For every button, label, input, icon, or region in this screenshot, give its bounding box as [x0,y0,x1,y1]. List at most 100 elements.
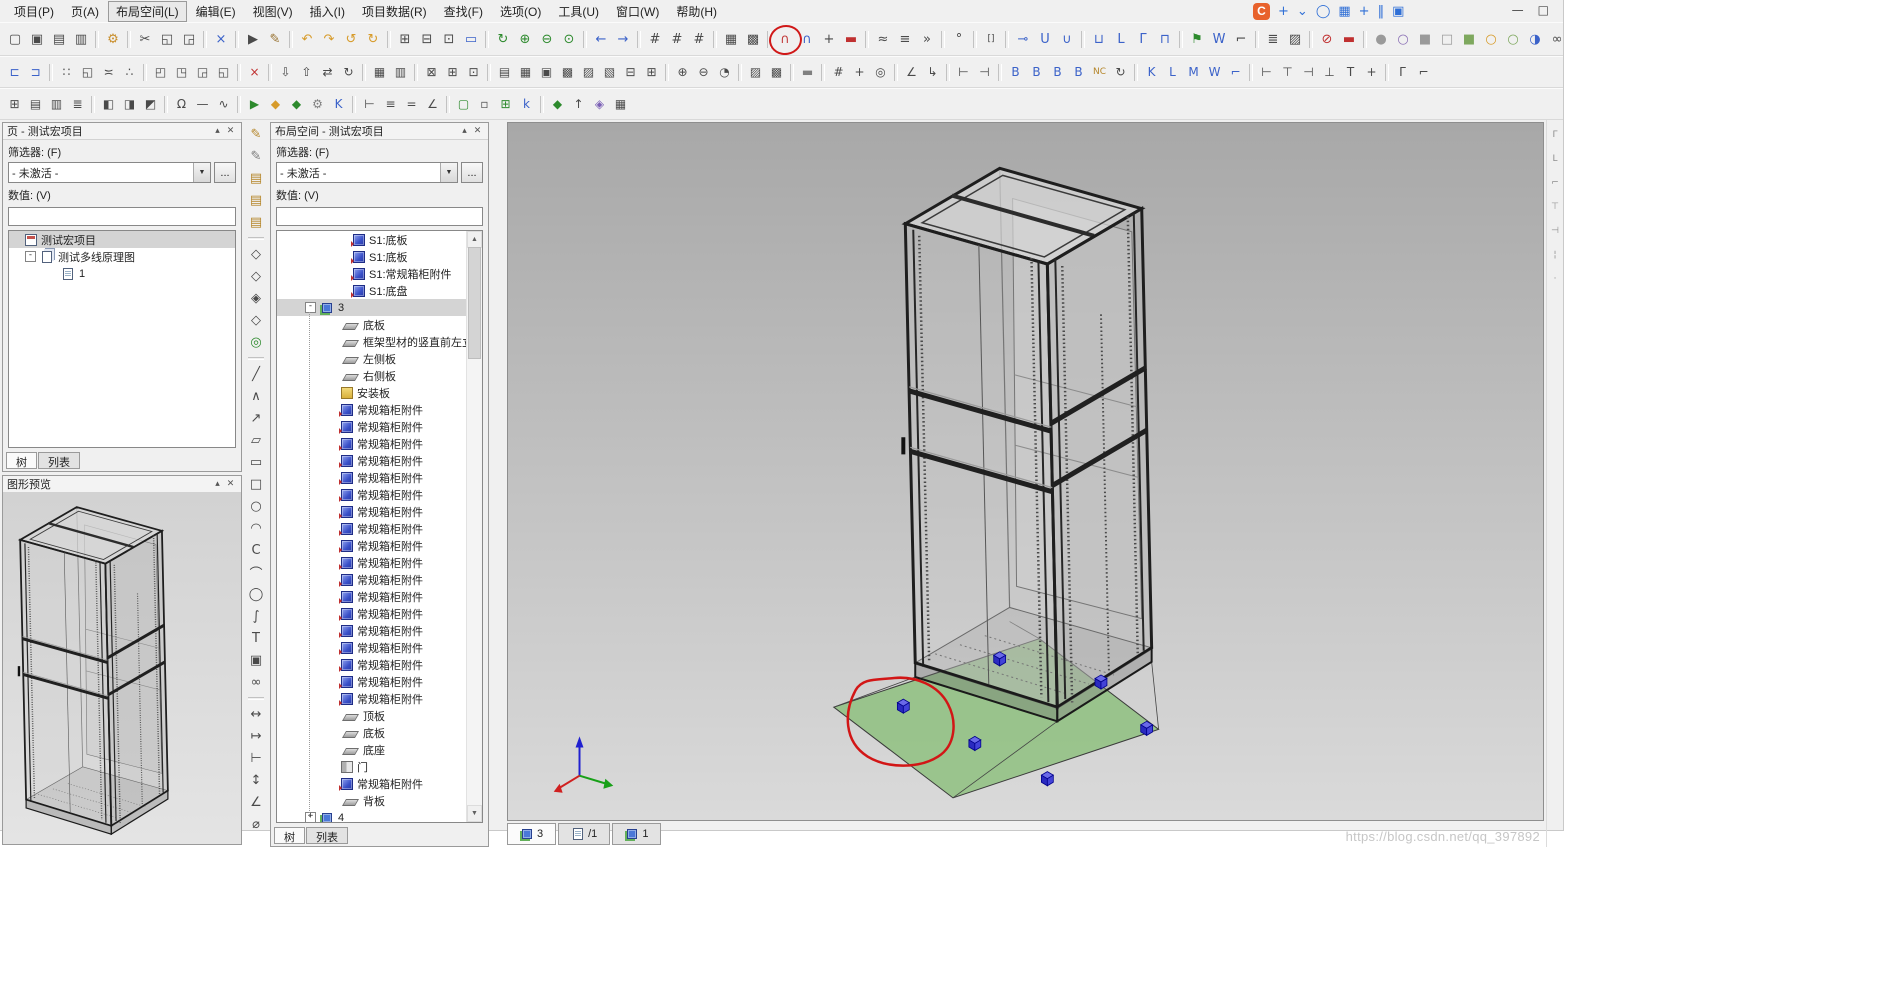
dim-plus-icon[interactable]: + [1362,63,1381,81]
tree-item[interactable]: S1:底板 [277,231,467,248]
draw-arc-3-icon[interactable]: ⌒ [246,563,266,582]
object-snap-icon[interactable]: ∩ [797,29,817,49]
new-project-icon[interactable]: ▣ [27,29,47,49]
tool-k-icon[interactable]: K [329,95,348,113]
symbol-diamond-3-icon[interactable]: ◈ [246,289,266,308]
overlay-circle-icon[interactable]: ◯ [1316,4,1331,19]
overlay-plus2-icon[interactable]: + [1359,4,1370,19]
tree-item[interactable]: S1:底板 [277,248,467,265]
k-tool-icon[interactable]: K [1142,63,1161,81]
undo-icon[interactable]: ↶ [297,29,317,49]
box-dashed-icon[interactable]: ▫ [475,95,494,113]
swap-icon[interactable]: ⇄ [318,63,337,81]
3d-viewport[interactable] [507,122,1544,821]
omega-symbol-icon[interactable]: Ω [172,95,191,113]
draw-link-icon[interactable]: ∞ [246,673,266,692]
menu-item[interactable]: 项目(P) [6,1,62,22]
tree-item[interactable]: 常规箱柜附件 [277,605,467,622]
draw-spline-icon[interactable]: ∫ [246,607,266,626]
snap-grid-c-icon[interactable]: # [689,29,709,49]
pane-left-icon[interactable]: ◧ [99,95,118,113]
device-b1-icon[interactable]: B [1006,63,1025,81]
grid-table-icon[interactable]: ⊞ [395,29,415,49]
conn-end-left-icon[interactable]: ⊸ [1013,29,1033,49]
right-tool-7-icon[interactable]: · [1554,274,1557,284]
vertical-scrollbar[interactable]: ▲ ▼ [466,231,482,822]
extend-icon[interactable]: ⊣ [975,63,994,81]
print-icon[interactable]: ▥ [71,29,91,49]
l-tool-icon[interactable]: L [1163,63,1182,81]
open-icon[interactable]: ▤ [49,29,69,49]
target-icon[interactable]: ◎ [871,63,890,81]
dim-left-icon[interactable]: ⊢ [1257,63,1276,81]
align-wave-icon[interactable]: ≈ [873,29,893,49]
corner-top-icon[interactable]: ⊓ [1155,29,1175,49]
snap-grid-b-icon[interactable]: # [667,29,687,49]
zoom-refresh-icon[interactable]: ↻ [493,29,513,49]
forward-icon[interactable]: → [613,29,633,49]
right-tool-6-icon[interactable]: ¦ [1553,250,1556,260]
dim-leader-icon[interactable]: ↳ [923,63,942,81]
zoom-in-icon[interactable]: ⊕ [515,29,535,49]
tree-item[interactable]: 常规箱柜附件 [277,622,467,639]
draw-circle-icon[interactable]: ○ [246,497,266,516]
dash-line-icon[interactable]: — [193,95,212,113]
layout-tree[interactable]: ▲ ▼ S1:底板 S1:底板 S1:常规箱柜附件 S1:底盘 -3 底板 框架型材的竖直前… [276,230,483,823]
csdn-logo-icon[interactable]: C [1253,2,1270,20]
value-input[interactable] [8,207,236,226]
hatch-icon[interactable]: ▨ [1285,29,1305,49]
scrollbar-thumb[interactable] [468,247,481,359]
block-icon[interactable]: ▬ [798,63,817,81]
pane-right-icon[interactable]: ◨ [120,95,139,113]
chevron-down-icon[interactable]: ▼ [440,163,457,182]
table-b-icon[interactable]: ▦ [516,63,535,81]
run-macro-icon[interactable]: ▶ [245,95,264,113]
menu-item[interactable]: 插入(I) [302,1,353,22]
draw-arc-icon[interactable]: ◠ [246,519,266,538]
table-a-icon[interactable]: ▤ [495,63,514,81]
settings-wrench-icon[interactable]: ⚙ [103,29,123,49]
layer-stack-icon[interactable]: ▤ [246,191,266,210]
grid-ref-icon[interactable]: # [829,63,848,81]
table-g-icon[interactable]: ⊟ [621,63,640,81]
pin-icon[interactable]: ▴ [211,126,224,136]
dim-bottom-icon[interactable]: ⊥ [1320,63,1339,81]
dim-angle-icon[interactable]: ∠ [902,63,921,81]
layer-copy-icon[interactable]: ▤ [246,169,266,188]
draw-ellipse-icon[interactable]: ◯ [246,585,266,604]
overlay-panel-icon[interactable]: ▣ [1392,4,1404,19]
close-icon[interactable]: ✕ [471,126,484,136]
draw-arc-2-icon[interactable]: C [246,541,266,560]
scroll-down-arrow[interactable]: ▼ [467,805,482,822]
tree-item[interactable]: 常规箱柜附件 [277,418,467,435]
dock-right-icon[interactable]: ⊐ [26,63,45,81]
tree-item[interactable]: 1 [9,265,235,282]
import-icon[interactable]: ⇩ [276,63,295,81]
angle-tool-icon[interactable]: ° [949,29,969,49]
pane-top-icon[interactable]: ◩ [141,95,160,113]
snap-center-icon[interactable]: + [850,63,869,81]
tree-item[interactable]: 常规箱柜附件 [277,503,467,520]
pin-icon[interactable]: ▴ [458,126,471,136]
page-copy-icon[interactable]: ◰ [151,63,170,81]
tree-item[interactable]: 常规箱柜附件 [277,571,467,588]
dim-t-icon[interactable]: T [1341,63,1360,81]
menu-item[interactable]: 选项(O) [492,1,549,22]
hatch-fill-icon[interactable]: ▨ [746,63,765,81]
menu-item[interactable]: 视图(V) [245,1,301,22]
filter-combobox[interactable]: - 未激活 - ▼ [276,162,458,183]
grid-display-icon[interactable]: ▦ [721,29,741,49]
dim-diameter-icon[interactable]: ⌀ [246,815,266,834]
tree-item[interactable]: 常规箱柜附件 [277,639,467,656]
preview-canvas[interactable] [3,493,241,844]
overlay-add-icon[interactable]: + [1278,4,1289,19]
tree-item[interactable]: 常规箱柜附件 [277,673,467,690]
expand-box[interactable]: + [305,812,316,822]
device-b4-icon[interactable]: B [1069,63,1088,81]
symbol-diamond-2-icon[interactable]: ◇ [246,267,266,286]
tree-item[interactable]: 框架型材的竖直前左立柱 [277,333,482,350]
right-tool-3-icon[interactable]: ⌐ [1551,178,1559,188]
dim-right-icon[interactable]: ⊣ [1299,63,1318,81]
connection-point-icon[interactable]: ◎ [246,333,266,352]
shade-wire-icon[interactable]: ○ [1393,29,1413,49]
